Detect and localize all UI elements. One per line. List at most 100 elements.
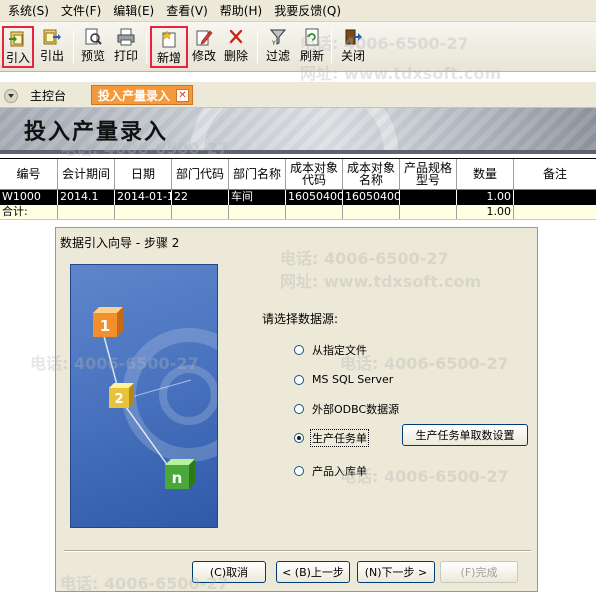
header-cell[interactable]: 部门名称 bbox=[229, 159, 286, 189]
header-cell[interactable]: 编号 bbox=[0, 159, 58, 189]
step-2-label: 2 bbox=[114, 392, 123, 407]
new-button[interactable]: 新增 bbox=[150, 26, 188, 68]
menu-file[interactable]: 文件(F) bbox=[55, 0, 107, 22]
total-cell bbox=[514, 205, 596, 219]
radio-sql-server[interactable]: MS SQL Server bbox=[294, 373, 394, 386]
header-cell[interactable]: 备注 bbox=[514, 159, 596, 189]
header-cell[interactable]: 数量 bbox=[457, 159, 514, 189]
menu-help[interactable]: 帮助(H) bbox=[214, 0, 268, 22]
radio-circle[interactable] bbox=[294, 374, 304, 385]
filter-label: 过滤 bbox=[265, 49, 290, 63]
filter-icon: Y bbox=[269, 29, 287, 46]
chevron-down-icon[interactable] bbox=[4, 89, 18, 103]
menu-feedback[interactable]: 我要反馈(Q) bbox=[268, 0, 347, 22]
toolbar-separator bbox=[146, 30, 147, 64]
delete-icon bbox=[229, 29, 243, 44]
dialog-divider bbox=[64, 550, 531, 552]
radio-circle[interactable] bbox=[294, 466, 304, 476]
next-button[interactable]: (N)下一步 > bbox=[357, 561, 435, 583]
table-cell: W1000 bbox=[0, 190, 58, 205]
print-button[interactable]: 打印 bbox=[110, 26, 142, 68]
radio-circle[interactable] bbox=[294, 404, 304, 414]
header-cell[interactable]: 会计期间 bbox=[58, 159, 115, 189]
total-cell bbox=[343, 205, 400, 219]
header-cell[interactable]: 成本对象名称 bbox=[343, 159, 400, 189]
radio-circle[interactable] bbox=[294, 345, 304, 355]
print-icon bbox=[117, 28, 135, 46]
import-wizard-dialog: 数据引入向导 - 步骤 2 1 2 n 请选择数据源: 从指定文件 MS SQL… bbox=[55, 227, 538, 592]
close-button[interactable]: 关闭 bbox=[337, 26, 369, 68]
table-cell: 22 bbox=[172, 190, 229, 205]
table-cell: 车间 bbox=[229, 190, 286, 205]
radio-production-task[interactable]: 生产任务单 bbox=[294, 429, 369, 447]
import-label: 引入 bbox=[5, 51, 30, 65]
radio-label: MS SQL Server bbox=[312, 373, 394, 386]
close-tab-icon[interactable]: ✕ bbox=[176, 89, 190, 102]
refresh-icon bbox=[305, 28, 319, 46]
step-1-label: 1 bbox=[100, 317, 110, 335]
menu-system[interactable]: 系统(S) bbox=[2, 0, 55, 22]
preview-icon bbox=[85, 28, 102, 45]
table-row[interactable]: W1000 2014.1 2014-01-1 22 车间 1605040000 … bbox=[0, 190, 596, 205]
total-cell bbox=[115, 205, 172, 219]
step-n-cube: n bbox=[165, 459, 195, 489]
tab-output-entry[interactable]: 投入产量录入 ✕ bbox=[91, 85, 194, 105]
page-banner: 投入产量录入 bbox=[0, 108, 596, 150]
finish-button[interactable]: (F)完成 bbox=[440, 561, 518, 583]
edit-button[interactable]: 修改 bbox=[188, 26, 220, 68]
menu-bar: 系统(S) 文件(F) 编辑(E) 查看(V) 帮助(H) 我要反馈(Q) bbox=[0, 0, 596, 22]
refresh-button[interactable]: 刷新 bbox=[296, 26, 328, 68]
header-cell[interactable]: 产品规格型号 bbox=[400, 159, 457, 189]
table-cell: 1.00 bbox=[457, 190, 514, 205]
toolbar: 引入 引出 预览 打印 新增 修改 删除 Y 过滤 刷新 关闭 bbox=[0, 22, 596, 72]
toolbar-separator bbox=[73, 30, 74, 64]
total-cell: 1.00 bbox=[457, 205, 514, 219]
delete-button[interactable]: 删除 bbox=[220, 26, 252, 68]
header-cell[interactable]: 成本对象代码 bbox=[286, 159, 343, 189]
total-cell bbox=[229, 205, 286, 219]
svg-text:Y: Y bbox=[271, 40, 276, 46]
radio-label: 外部ODBC数据源 bbox=[312, 403, 400, 416]
radio-product-inbound[interactable]: 产品入库单 bbox=[294, 463, 368, 479]
total-cell bbox=[400, 205, 457, 219]
export-label: 引出 bbox=[39, 49, 64, 63]
tab-main-console[interactable]: 主控台 bbox=[30, 87, 66, 104]
wizard-steps-graphic: 1 2 n bbox=[93, 307, 217, 489]
wizard-illustration: 1 2 n bbox=[70, 264, 218, 528]
close-icon bbox=[345, 29, 362, 45]
grid-header: 编号 会计期间 日期 部门代码 部门名称 成本对象代码 成本对象名称 产品规格型… bbox=[0, 158, 596, 190]
import-icon bbox=[9, 31, 24, 47]
radio-from-file[interactable]: 从指定文件 bbox=[294, 342, 368, 358]
tab-bar: 主控台 投入产量录入 ✕ bbox=[0, 82, 596, 108]
data-grid: 编号 会计期间 日期 部门代码 部门名称 成本对象代码 成本对象名称 产品规格型… bbox=[0, 158, 596, 220]
radio-odbc[interactable]: 外部ODBC数据源 bbox=[294, 401, 400, 417]
radio-label: 生产任务单 bbox=[310, 429, 369, 447]
radio-circle-selected[interactable] bbox=[294, 433, 304, 443]
menu-edit[interactable]: 编辑(E) bbox=[107, 0, 160, 22]
delete-label: 删除 bbox=[223, 49, 248, 63]
back-button[interactable]: < (B)上一步 bbox=[276, 561, 350, 583]
preview-button[interactable]: 预览 bbox=[77, 26, 109, 68]
export-icon bbox=[43, 29, 61, 45]
step-1-cube: 1 bbox=[93, 307, 123, 337]
edit-label: 修改 bbox=[191, 49, 216, 63]
edit-icon bbox=[196, 30, 213, 46]
import-button[interactable]: 引入 bbox=[2, 26, 34, 68]
new-label: 新增 bbox=[156, 51, 181, 65]
close-label: 关闭 bbox=[340, 49, 365, 63]
data-source-prompt: 请选择数据源: bbox=[262, 312, 339, 326]
step-2-cube: 2 bbox=[109, 383, 134, 408]
header-cell[interactable]: 日期 bbox=[115, 159, 172, 189]
menu-view[interactable]: 查看(V) bbox=[160, 0, 214, 22]
toolbar-separator bbox=[257, 30, 258, 64]
header-cell[interactable]: 部门代码 bbox=[172, 159, 229, 189]
export-button[interactable]: 引出 bbox=[36, 26, 68, 68]
production-task-settings-button[interactable]: 生产任务单取数设置 bbox=[402, 424, 528, 446]
preview-label: 预览 bbox=[80, 49, 105, 63]
filter-button[interactable]: Y 过滤 bbox=[262, 26, 294, 68]
dialog-title: 数据引入向导 - 步骤 2 bbox=[60, 236, 180, 250]
radio-label: 从指定文件 bbox=[312, 344, 367, 357]
table-cell: 1605040000 bbox=[286, 190, 343, 205]
total-cell bbox=[286, 205, 343, 219]
cancel-button[interactable]: (C)取消 bbox=[192, 561, 266, 583]
